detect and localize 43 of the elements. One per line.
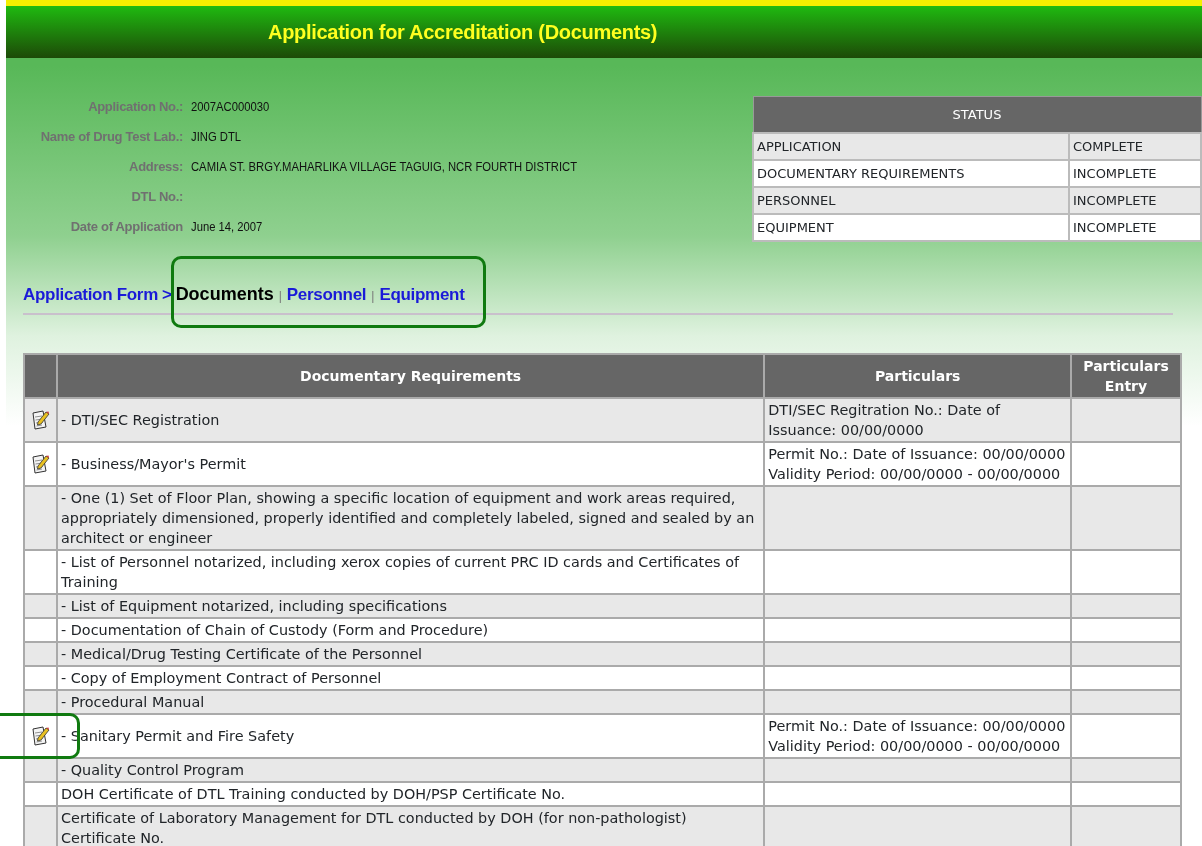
table-cell: - Procedural Manual bbox=[57, 690, 765, 714]
field-label: Application No.: bbox=[87, 98, 183, 116]
table-cell: APPLICATION bbox=[753, 133, 1069, 161]
column-header: Particulars bbox=[764, 354, 1071, 398]
table-cell: - Quality Control Program bbox=[57, 758, 765, 782]
field-value: 2007AC000030 bbox=[191, 99, 271, 116]
status-header: STATUS bbox=[753, 96, 1201, 134]
table-cell: DTI/SEC Regitration No.: Date of Issuance: 00/00/0000 bbox=[764, 398, 1071, 442]
table-cell: - Medical/Drug Testing Certificate of the Personnel bbox=[57, 642, 765, 666]
field-value: June 14, 2007 bbox=[191, 219, 264, 236]
table-cell: COMPLETE bbox=[1069, 133, 1201, 161]
field-label: Name of Drug Test Lab.: bbox=[39, 128, 183, 146]
tab-divider: | bbox=[371, 289, 375, 303]
field-value: CAMIA ST. BRGY.MAHARLIKA VILLAGE TAGUIG, NCR FOURTH DISTRICT bbox=[191, 159, 578, 176]
column-header: Documentary Requirements bbox=[57, 354, 765, 398]
table-cell: DOH Certificate of DTL Training conducted by DOH/PSP Certificate No. bbox=[57, 782, 765, 806]
table-cell: - Documentation of Chain of Custody (Form and Procedure) bbox=[57, 618, 765, 642]
table-cell: Permit No.: Date of Issuance: 00/00/0000 Validity Period: 00/00/0000 - 00/00/0000 bbox=[764, 442, 1071, 486]
field-label: Date of Application bbox=[69, 218, 183, 236]
edit-note-icon[interactable] bbox=[30, 725, 51, 747]
edit-note-icon[interactable] bbox=[30, 453, 51, 475]
table-cell: Certificate of Laboratory Management for DTL conducted by DOH (for non-pathologist) Certificate No. bbox=[57, 806, 765, 846]
table-cell: - List of Equipment notarized, including specifications bbox=[57, 594, 765, 618]
table-cell: - List of Personnel notarized, including xerox copies of current PRC ID cards and Certificates of Training bbox=[57, 550, 765, 594]
field-label: DTL No.: bbox=[130, 188, 183, 206]
table-cell: - One (1) Set of Floor Plan, showing a specific location of equipment and work areas required, appropriately dimensioned, properly identified and completely labeled, signed and sealed by an architect or engineer bbox=[57, 486, 765, 550]
table-cell: - Copy of Employment Contract of Personnel bbox=[57, 666, 765, 690]
nav-tab[interactable]: Equipment bbox=[379, 285, 465, 305]
nav-tab[interactable]: Documents bbox=[175, 284, 274, 305]
field-label: Address: bbox=[128, 158, 183, 176]
page-title: Application for Accreditation (Documents) bbox=[268, 20, 658, 44]
field-value: JING DTL bbox=[191, 129, 242, 146]
table-cell: INCOMPLETE bbox=[1069, 214, 1201, 241]
edit-note-icon[interactable] bbox=[30, 409, 51, 431]
column-header: Particulars Entry bbox=[1071, 354, 1181, 398]
table-cell: EQUIPMENT bbox=[753, 214, 1069, 241]
breadcrumb-separator: > bbox=[162, 285, 172, 305]
nav-tab[interactable]: Personnel bbox=[286, 285, 367, 305]
table-cell: - Business/Mayor's Permit bbox=[57, 442, 765, 486]
table-cell: - DTI/SEC Registration bbox=[57, 398, 765, 442]
breadcrumb-link[interactable]: Application Form bbox=[23, 285, 158, 305]
table-cell: Permit No.: Date of Issuance: 00/00/0000 Validity Period: 00/00/0000 - 00/00/0000 bbox=[764, 714, 1071, 758]
tab-divider: | bbox=[278, 289, 282, 303]
